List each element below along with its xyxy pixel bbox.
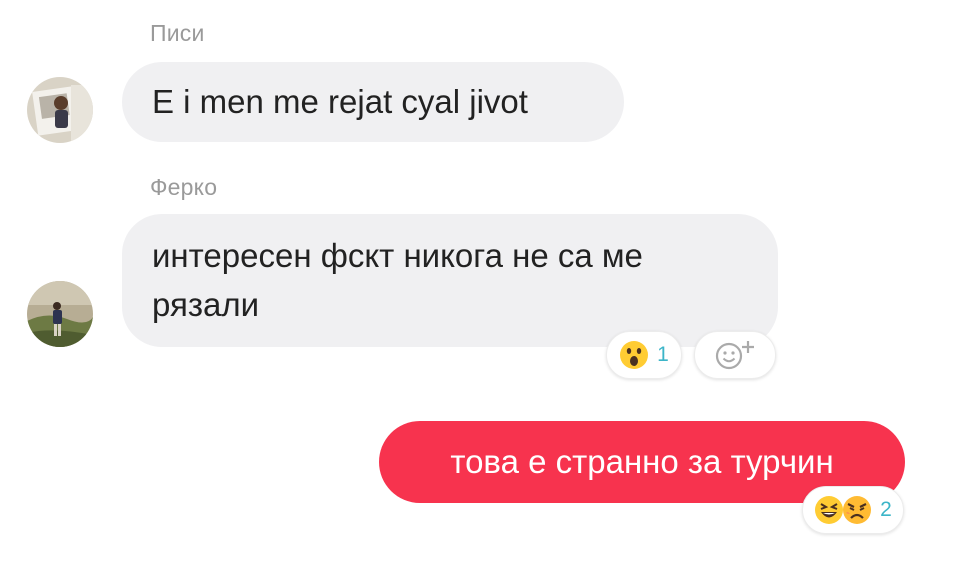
message-text-line: рязали — [152, 286, 260, 323]
reaction-count: 2 — [880, 498, 892, 521]
sender-name: Писи — [150, 20, 205, 46]
profile-photo-icon — [27, 281, 93, 347]
message-bubble-incoming[interactable]: E i men me rejat cyal jivot — [122, 62, 624, 142]
reaction-chip[interactable]: 1 — [606, 331, 682, 379]
message-bubble-incoming[interactable]: интересен фскт никога не са ме рязали — [122, 214, 778, 347]
sender-avatar[interactable] — [27, 77, 93, 143]
add-reaction-button[interactable] — [694, 331, 776, 379]
message-text-line: интересен фскт никога не са ме — [152, 237, 643, 274]
surprised-face-emoji-icon — [619, 340, 649, 370]
sender-name: Ферко — [150, 174, 218, 200]
angry-face-emoji-icon — [842, 495, 872, 525]
chat-thread: Писи E i men me rejat cyal jivot Ферко и… — [0, 0, 960, 570]
profile-photo-icon — [27, 77, 93, 143]
reaction-count: 1 — [657, 343, 669, 366]
reaction-chip[interactable]: 2 — [802, 486, 904, 534]
sender-avatar[interactable] — [27, 281, 93, 347]
message-text: това е странно за турчин — [450, 443, 834, 480]
add-reaction-smiley-plus-icon — [712, 338, 758, 372]
message-text: E i men me rejat cyal jivot — [152, 83, 528, 120]
grinning-squinting-face-emoji-icon — [814, 495, 844, 525]
